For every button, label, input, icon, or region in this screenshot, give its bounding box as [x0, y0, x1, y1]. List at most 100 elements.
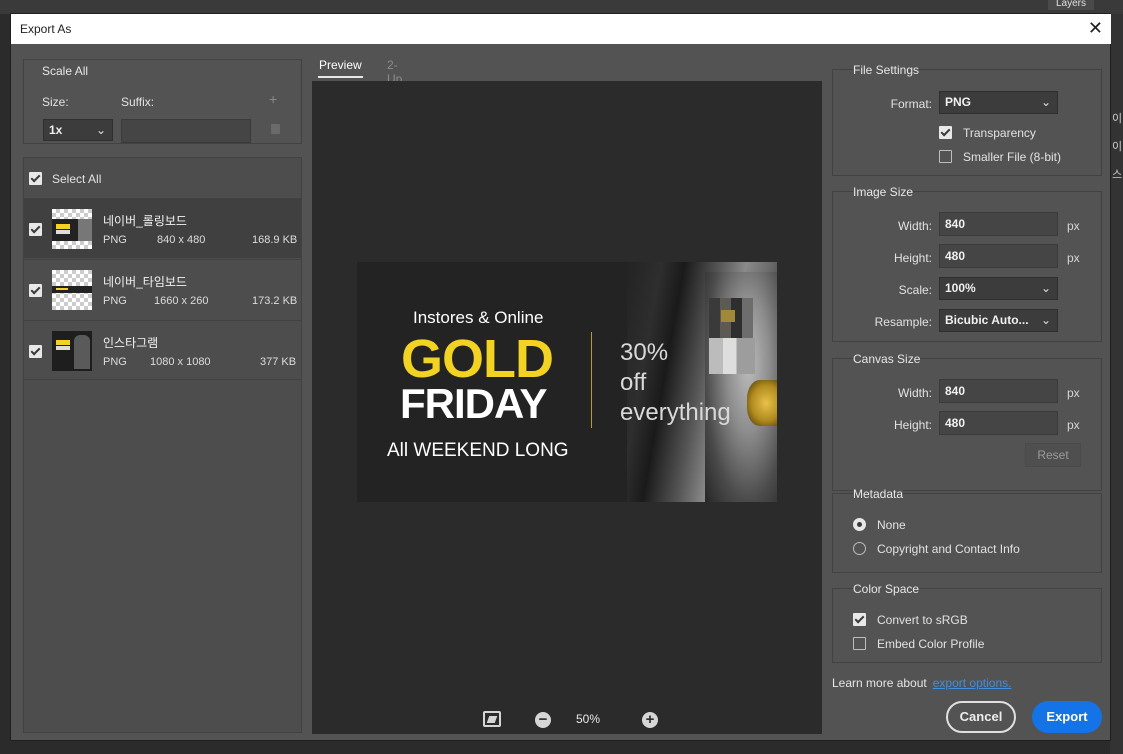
chevron-down-icon: ⌄ [95, 123, 106, 137]
panel-glyph: 이 [1112, 113, 1123, 125]
size-label: Size: [42, 95, 69, 109]
tab-preview[interactable]: Preview [318, 58, 363, 78]
banner-friday: FRIDAY [400, 380, 547, 427]
canvas-width-unit: px [1067, 386, 1080, 400]
metadata-copyright-label: Copyright and Contact Info [877, 542, 1020, 556]
asset-row[interactable]: 인스타그램 PNG 1080 x 1080 377 KB [24, 320, 301, 380]
scale-all-panel: Scale All Size: Suffix: + 1x ⌄ [23, 59, 302, 144]
close-icon[interactable]: ✕ [1088, 18, 1103, 39]
export-options-link[interactable]: export options. [933, 676, 1012, 690]
dialog-title: Export As [20, 22, 72, 36]
metadata-copyright-radio[interactable] [853, 542, 866, 555]
embed-profile-label: Embed Color Profile [877, 637, 985, 651]
panel-glyph: 스 [1112, 169, 1123, 181]
color-space-title: Color Space [853, 582, 920, 596]
resample-label: Resample: [874, 315, 932, 329]
format-value: PNG [945, 95, 972, 109]
smaller-file-checkbox[interactable] [939, 150, 952, 163]
layers-panel-tab[interactable]: Layers [1048, 0, 1094, 10]
add-scale-icon[interactable]: + [269, 91, 277, 107]
fit-to-view-icon[interactable] [483, 711, 501, 727]
asset-checkbox[interactable] [29, 345, 42, 358]
select-all-checkbox[interactable] [29, 172, 42, 185]
transparency-checkbox[interactable] [939, 126, 952, 139]
format-select[interactable]: PNG ⌄ [939, 91, 1058, 114]
asset-format: PNG [103, 356, 127, 368]
app-background-strip [0, 0, 1123, 14]
canvas-width-input[interactable]: 840 [939, 379, 1058, 403]
export-button[interactable]: Export [1032, 701, 1102, 733]
asset-checkbox[interactable] [29, 284, 42, 297]
image-size-title: Image Size [853, 185, 914, 199]
color-space-panel: Color Space Convert to sRGB Embed Color … [832, 582, 1102, 663]
metadata-panel: Metadata None Copyright and Contact Info [832, 487, 1102, 573]
embed-profile-checkbox[interactable] [853, 637, 866, 650]
smaller-file-label: Smaller File (8-bit) [963, 150, 1062, 164]
canvas-size-panel: Canvas Size Width: 840 px Height: 480 px [832, 352, 1102, 491]
asset-name: 인스타그램 [103, 336, 159, 350]
background-panel-strip: 이 이 스 [1110, 14, 1123, 754]
cancel-button[interactable]: Cancel [946, 701, 1016, 733]
size-value: 1x [49, 123, 63, 137]
size-select[interactable]: 1x ⌄ [43, 119, 113, 141]
suffix-label: Suffix: [121, 95, 155, 109]
canvas-height-label: Height: [893, 418, 932, 432]
asset-row[interactable]: 네이버_롤링보드 PNG 840 x 480 168.9 KB [24, 198, 301, 258]
scale-select[interactable]: 100% ⌄ [939, 277, 1058, 300]
format-label: Format: [890, 97, 932, 111]
asset-checkbox[interactable] [29, 223, 42, 236]
resample-value: Bicubic Auto... [945, 313, 1029, 327]
asset-format: PNG [103, 234, 127, 246]
zoom-level: 50% [576, 712, 601, 726]
transparency-label: Transparency [963, 126, 1036, 140]
zoom-out-icon[interactable]: − [535, 712, 551, 728]
image-height-input[interactable]: 480 [939, 244, 1058, 268]
learn-more-text: Learn more about [832, 676, 927, 690]
pixel-block [721, 310, 735, 322]
asset-row[interactable]: 네이버_타임보드 PNG 1660 x 260 173.2 KB [24, 259, 301, 319]
banner-divider [591, 332, 592, 428]
dialog-titlebar: Export As ✕ [11, 14, 1111, 44]
preview-canvas[interactable]: Instores & Online GOLD FRIDAY All WEEKEN… [312, 81, 822, 734]
image-width-unit: px [1067, 219, 1080, 233]
canvas-size-title: Canvas Size [853, 352, 921, 366]
asset-thumbnail [52, 270, 92, 310]
canvas-height-unit: px [1067, 418, 1080, 432]
resample-select[interactable]: Bicubic Auto... ⌄ [939, 309, 1058, 332]
chevron-down-icon: ⌄ [1040, 313, 1051, 327]
scale-all-title: Scale All [42, 64, 89, 78]
metadata-none-label: None [877, 518, 906, 532]
image-width-input[interactable]: 840 [939, 212, 1058, 236]
file-settings-panel: File Settings Format: PNG ⌄ Transparency… [832, 63, 1102, 176]
asset-name: 네이버_롤링보드 [103, 214, 187, 228]
canvas-height-input[interactable]: 480 [939, 411, 1058, 435]
asset-size: 168.9 KB [252, 234, 298, 246]
trash-icon[interactable] [271, 124, 280, 134]
image-height-label: Height: [893, 251, 932, 265]
canvas-width-label: Width: [897, 386, 932, 400]
file-settings-title: File Settings [853, 63, 920, 77]
metadata-none-radio[interactable] [853, 518, 866, 531]
export-as-dialog: Export As ✕ Scale All Size: Suffix: + 1x… [10, 13, 1111, 741]
zoom-bar: − 50% + [312, 711, 822, 733]
select-all-label: Select All [52, 172, 102, 186]
asset-dimensions: 840 x 480 [157, 234, 206, 246]
convert-srgb-checkbox[interactable] [853, 613, 866, 626]
offer-line: 30% [620, 339, 669, 366]
asset-format: PNG [103, 295, 127, 307]
image-width-label: Width: [897, 219, 932, 233]
banner-offer: 30% off everything [620, 338, 731, 428]
image-size-panel: Image Size Width: 840 px Height: 480 px … [832, 185, 1102, 342]
reset-button[interactable]: Reset [1025, 443, 1081, 467]
suffix-input[interactable] [121, 119, 251, 143]
zoom-in-icon[interactable]: + [642, 712, 658, 728]
asset-size: 377 KB [260, 356, 297, 368]
offer-line: off [620, 369, 647, 396]
chevron-down-icon: ⌄ [1040, 95, 1051, 109]
asset-size: 173.2 KB [252, 295, 298, 307]
asset-dimensions: 1660 x 260 [154, 295, 209, 307]
offer-line: everything [620, 399, 731, 426]
asset-list: Select All 네이버_롤링보드 PNG 840 x 480 168.9 … [23, 157, 302, 733]
learn-more: Learn more about export options. [832, 676, 1011, 690]
asset-dimensions: 1080 x 1080 [150, 356, 211, 368]
